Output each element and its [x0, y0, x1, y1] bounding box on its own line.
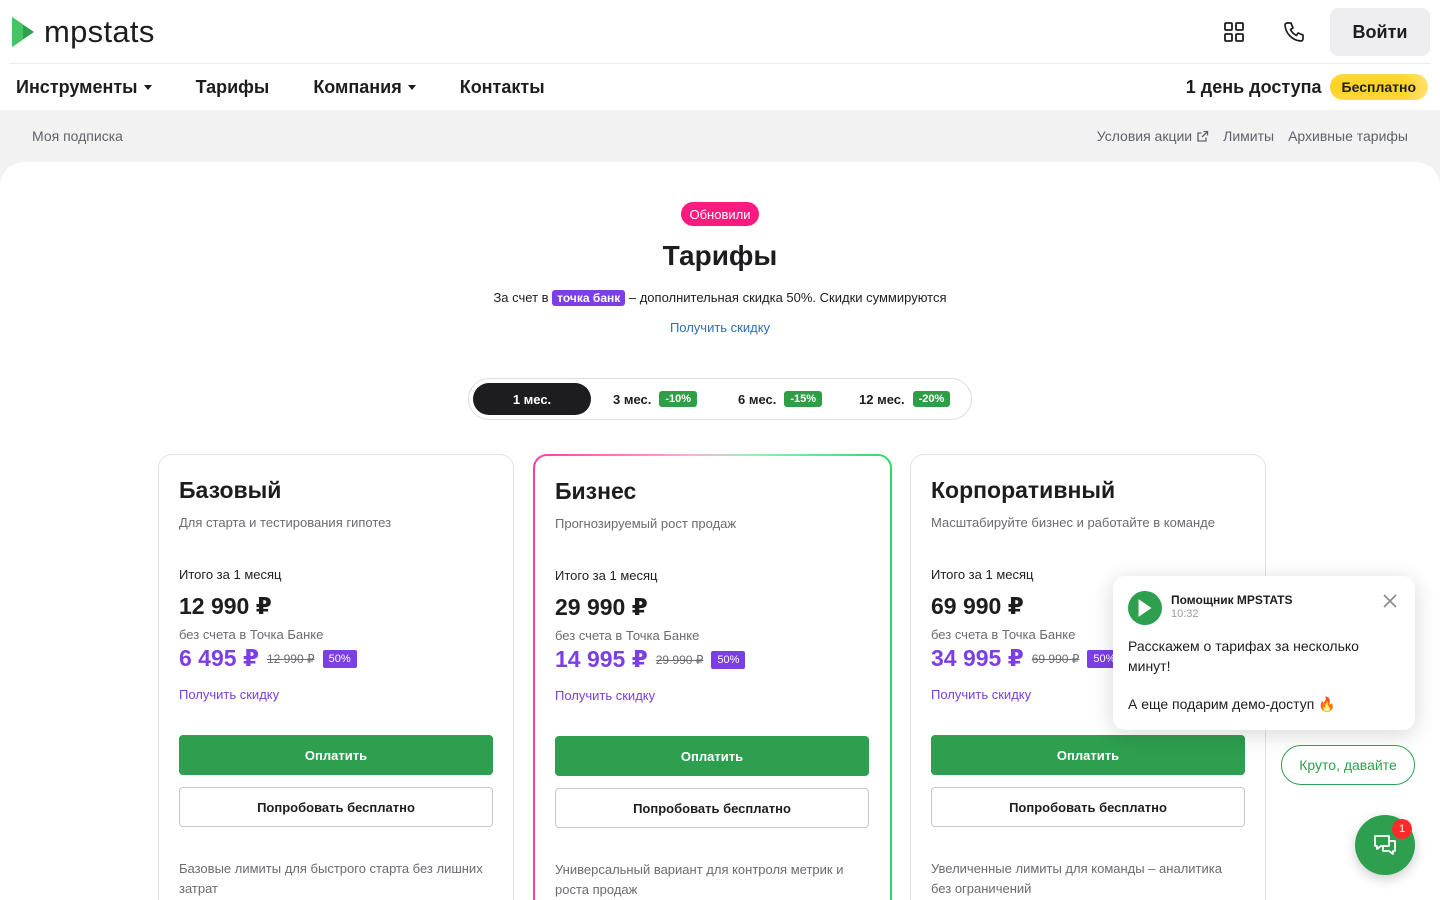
pricing-section: Обновили Тарифы За счет в точка банк – д… [0, 162, 1440, 900]
plan-footer-text: Базовые лимиты для быстрого старта без л… [179, 861, 483, 896]
chat-popup: Помощник MPSTATS 10:32 Расскажем о тариф… [1113, 576, 1415, 730]
plan-price-note: без счета в Точка Банке [555, 628, 700, 643]
discount-percent-badge: 50% [711, 650, 746, 669]
plan-get-discount-link[interactable]: Получить скидку [931, 687, 1031, 702]
free-access-promo[interactable]: 1 день доступа Бесплатно [1186, 74, 1428, 100]
plan-total-label: Итого за 1 месяц [179, 567, 282, 582]
sub-navigation: Моя подписка Условия акции Лимиты Архивн… [0, 110, 1440, 162]
message-time: 10:32 [1171, 608, 1199, 620]
plan-card-basic: Базовый Для старта и тестирования гипоте… [158, 454, 514, 900]
promo-terms-link[interactable]: Условия акции [1097, 128, 1209, 144]
plan-title: Базовый [179, 477, 282, 503]
plan-bank-price-row: 6 495 ₽ 12 990 ₽ 50% [179, 645, 357, 672]
period-3-months[interactable]: 3 мес. -10% [613, 383, 698, 415]
pay-button[interactable]: Оплатить [555, 736, 869, 776]
nav-item-tariffs[interactable]: Тарифы [196, 77, 270, 98]
limits-link[interactable]: Лимиты [1223, 128, 1274, 144]
assistant-avatar [1128, 591, 1162, 625]
apps-grid-icon[interactable] [1220, 18, 1248, 46]
period-12-months[interactable]: 12 мес. -20% [859, 383, 951, 415]
try-free-button[interactable]: Попробовать бесплатно [179, 787, 493, 827]
discount-badge: -15% [784, 391, 823, 407]
nav-item-company[interactable]: Компания [313, 77, 416, 98]
discount-badge: -10% [659, 391, 698, 407]
plan-price-note: без счета в Точка Банке [179, 627, 324, 642]
plan-title: Корпоративный [931, 477, 1116, 503]
plan-footer-text: Увеличенные лимиты для команды – аналити… [931, 861, 1222, 896]
chevron-down-icon [143, 84, 152, 90]
bank-price: 34 995 ₽ [931, 645, 1024, 671]
plan-get-discount-link[interactable]: Получить скидку [179, 687, 279, 702]
old-price: 29 990 ₽ [655, 652, 704, 667]
bank-tag: точка банк [552, 290, 626, 306]
period-selector: 1 мес. 3 мес. -10% 6 мес. -15% 12 мес. -… [468, 378, 972, 420]
page-title: Тарифы [662, 240, 778, 271]
bank-discount-note: За счет в точка банк – дополнительная ск… [493, 290, 947, 306]
plan-price: 12 990 ₽ [179, 593, 272, 619]
close-icon[interactable] [1381, 592, 1399, 610]
plan-price: 29 990 ₽ [555, 594, 648, 620]
nav-item-tools[interactable]: Инструменты [16, 77, 152, 98]
discount-badge: -20% [912, 391, 951, 407]
logo-mark-icon [1138, 599, 1152, 617]
bank-price: 14 995 ₽ [555, 646, 648, 672]
plan-get-discount-link[interactable]: Получить скидку [555, 688, 655, 703]
plan-card-business: Бизнес Прогнозируемый рост продаж Итого … [533, 454, 892, 900]
updated-badge: Обновили [681, 202, 759, 226]
discount-percent-badge: 50% [322, 649, 357, 668]
phone-icon[interactable] [1280, 18, 1308, 46]
old-price: 12 990 ₽ [266, 651, 315, 666]
unread-count-badge: 1 [1392, 819, 1412, 839]
plan-total-label: Итого за 1 месяц [555, 568, 658, 583]
main-nav: Инструменты Тарифы Компания Контакты [16, 64, 589, 110]
plan-bank-price-row: 14 995 ₽ 29 990 ₽ 50% [555, 646, 746, 673]
plan-price-note: без счета в Точка Банке [931, 627, 1076, 642]
promo-text: 1 день доступа [1185, 76, 1322, 97]
old-price: 69 990 ₽ [1031, 651, 1080, 666]
external-link-icon [1197, 130, 1209, 142]
chevron-down-icon [407, 84, 416, 90]
period-1-month[interactable]: 1 мес. [473, 383, 591, 415]
plan-description: Для старта и тестирования гипотез [179, 515, 392, 530]
sub-links: Условия акции Лимиты Архивные тарифы [1097, 128, 1408, 144]
plan-footer-text: Универсальный вариант для контроля метри… [555, 862, 844, 897]
try-free-button[interactable]: Попробовать бесплатно [555, 788, 869, 828]
logo[interactable]: mpstats [10, 14, 155, 50]
my-subscription-link[interactable]: Моя подписка [32, 128, 123, 144]
chat-message-2: А еще подарим демо-доступ 🔥 [1128, 696, 1336, 712]
chat-quick-reply-button[interactable]: Круто, давайте [1281, 745, 1415, 785]
plan-description: Масштабируйте бизнес и работайте в коман… [931, 515, 1215, 530]
chat-message: Расскажем о тарифах за несколько минут! [1128, 638, 1359, 674]
try-free-button[interactable]: Попробовать бесплатно [931, 787, 1245, 827]
assistant-name: Помощник MPSTATS [1171, 593, 1293, 607]
plan-title: Бизнес [555, 478, 637, 504]
archive-tariffs-link[interactable]: Архивные тарифы [1288, 128, 1408, 144]
plan-total-label: Итого за 1 месяц [931, 567, 1034, 582]
free-badge: Бесплатно [1329, 74, 1428, 100]
get-discount-link: Получить скидку [669, 320, 771, 335]
login-button[interactable]: Войти [1330, 8, 1430, 56]
logo-mark-icon [12, 17, 34, 47]
pay-button[interactable]: Оплатить [931, 735, 1245, 775]
plan-bank-price-row: 34 995 ₽ 69 990 ₽ 50% [931, 645, 1122, 672]
period-6-months[interactable]: 6 мес. -15% [738, 383, 823, 415]
bank-price: 6 495 ₽ [179, 645, 259, 671]
pay-button[interactable]: Оплатить [179, 735, 493, 775]
top-header: mpstats Войти Инструменты Тарифы Компани… [0, 0, 1440, 110]
plan-description: Прогнозируемый рост продаж [555, 516, 737, 531]
logo-text: mpstats [44, 14, 155, 49]
nav-item-contacts[interactable]: Контакты [460, 77, 545, 98]
plan-price: 69 990 ₽ [931, 593, 1024, 619]
